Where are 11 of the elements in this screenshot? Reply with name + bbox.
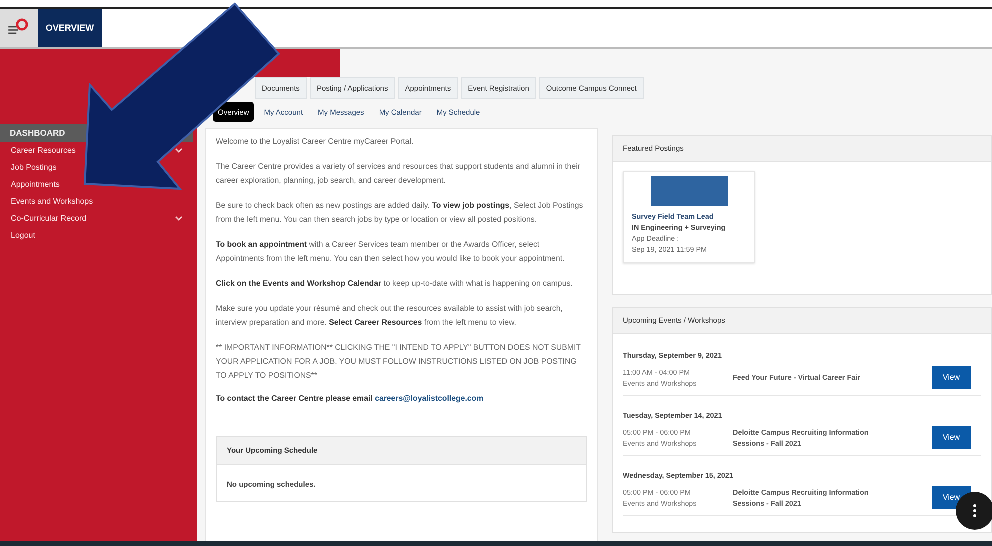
page-title: OVERVIEW [38, 9, 102, 47]
view-button[interactable]: View [932, 426, 971, 449]
sidebar-item[interactable]: Career Resources [11, 146, 76, 155]
sidebar-item[interactable]: Events and Workshops [11, 197, 94, 206]
sidebar-item[interactable]: Job Postings [11, 163, 57, 172]
sidebar-item[interactable]: Co-Curricular Record [11, 214, 87, 223]
more-vertical-icon [973, 504, 977, 518]
logo-tile[interactable] [0, 9, 38, 47]
sidebar-item[interactable]: Logout [11, 231, 36, 240]
view-button[interactable]: View [932, 366, 971, 389]
sidebar-item[interactable]: Appointments [11, 180, 60, 189]
